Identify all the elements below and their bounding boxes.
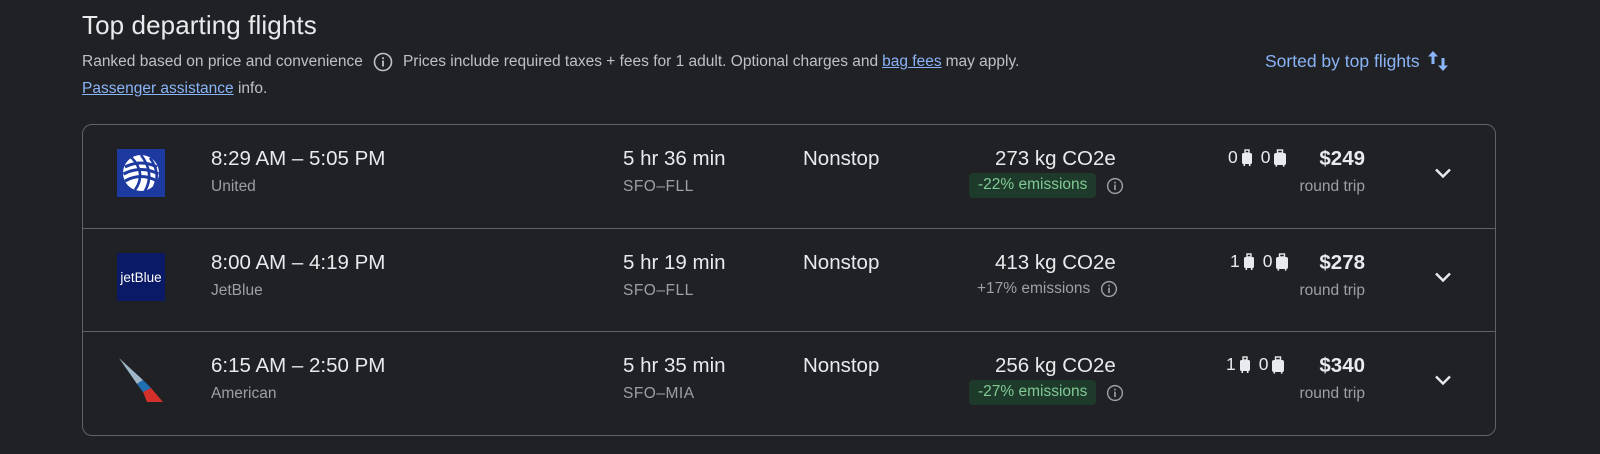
emissions-info-icon[interactable] <box>1106 384 1124 402</box>
flight-route: SFO–FLL <box>623 178 694 195</box>
stops-info: Nonstop <box>803 147 880 170</box>
sort-button[interactable]: Sorted by top flights <box>1265 48 1450 74</box>
flight-duration: 5 hr 19 min <box>623 251 726 274</box>
checked-bag-count: 0 <box>1262 251 1273 271</box>
flight-route: SFO–FLL <box>623 282 694 299</box>
emissions-info-icon[interactable] <box>1106 177 1124 195</box>
emissions-info-icon[interactable] <box>1100 280 1118 298</box>
sort-label: Sorted by top flights <box>1265 50 1420 71</box>
bag-allowance: 1 0 <box>1226 354 1293 375</box>
emissions-info: +17% emissions <box>977 280 1118 298</box>
section-title: Top departing flights <box>82 10 317 40</box>
emissions-info: -22% emissions <box>969 173 1124 198</box>
departure-arrival-times: 8:00 AM – 4:19 PM <box>211 251 386 274</box>
chevron-down-icon[interactable] <box>1431 161 1455 185</box>
flight-row-united[interactable]: 8:29 AM – 5:05 PM United 5 hr 36 min SFO… <box>83 125 1495 228</box>
checked-bag-icon <box>1273 148 1287 167</box>
emissions-badge: -22% emissions <box>969 173 1097 198</box>
united-globe-logo <box>117 149 165 197</box>
co2-amount: 273 kg CO2e <box>995 147 1116 170</box>
stops-info: Nonstop <box>803 251 880 274</box>
trip-type: round trip <box>1299 385 1365 402</box>
prices-text: Prices include required taxes + fees for… <box>402 53 879 70</box>
passenger-assistance-line: Passenger assistance info. <box>82 80 267 98</box>
carry-on-bag-icon <box>1239 355 1251 374</box>
flight-route: SFO–MIA <box>623 385 695 402</box>
bag-allowance: 1 0 <box>1230 251 1297 272</box>
bag-fees-link[interactable]: bag fees <box>882 53 941 71</box>
flight-duration: 5 hr 36 min <box>623 147 726 170</box>
emissions-badge: -27% emissions <box>969 380 1097 405</box>
sort-arrows-icon <box>1427 51 1448 71</box>
checked-bag-icon <box>1275 252 1289 271</box>
co2-amount: 256 kg CO2e <box>995 354 1116 377</box>
flight-results-list: 8:29 AM – 5:05 PM United 5 hr 36 min SFO… <box>82 124 1496 436</box>
flight-row-american[interactable]: 6:15 AM – 2:50 PM American 5 hr 35 min S… <box>83 331 1495 435</box>
emissions-info: -27% emissions <box>969 380 1124 405</box>
carry-on-bag-icon <box>1241 148 1253 167</box>
trip-type: round trip <box>1299 178 1365 195</box>
chevron-down-icon[interactable] <box>1431 368 1455 392</box>
carry-on-count: 1 <box>1226 354 1236 374</box>
checked-bag-icon <box>1271 355 1285 374</box>
chevron-down-icon[interactable] <box>1431 265 1455 289</box>
airline-name: JetBlue <box>211 282 263 299</box>
trip-type: round trip <box>1299 282 1365 299</box>
ranking-info-line: Ranked based on price and convenience Pr… <box>82 52 1019 72</box>
carry-on-count: 0 <box>1228 147 1238 167</box>
jetblue-logo-text: jetBlue <box>119 270 161 285</box>
jetblue-logo: jetBlue <box>117 253 165 301</box>
info-suffix: info. <box>237 80 268 97</box>
airline-name: American <box>211 385 277 402</box>
emissions-text: +17% emissions <box>977 280 1091 297</box>
flight-price: $340 <box>1319 354 1365 377</box>
ranked-text: Ranked based on price and convenience <box>82 53 363 70</box>
bag-allowance: 0 0 <box>1228 147 1295 168</box>
carry-on-bag-icon <box>1243 252 1255 271</box>
co2-amount: 413 kg CO2e <box>995 251 1116 274</box>
departure-arrival-times: 8:29 AM – 5:05 PM <box>211 147 386 170</box>
stops-info: Nonstop <box>803 354 880 377</box>
checked-bag-count: 0 <box>1260 147 1271 167</box>
flight-price: $278 <box>1319 251 1365 274</box>
flight-row-jetblue[interactable]: jetBlue 8:00 AM – 4:19 PM JetBlue 5 hr 1… <box>83 228 1495 332</box>
may-apply-text: may apply. <box>945 53 1020 70</box>
flight-duration: 5 hr 35 min <box>623 354 726 377</box>
passenger-assistance-link[interactable]: Passenger assistance <box>82 80 234 97</box>
carry-on-count: 1 <box>1230 251 1240 271</box>
american-airlines-logo <box>117 356 165 404</box>
flight-price: $249 <box>1319 147 1365 170</box>
departure-arrival-times: 6:15 AM – 2:50 PM <box>211 354 386 377</box>
checked-bag-count: 0 <box>1258 354 1269 374</box>
airline-name: United <box>211 178 256 195</box>
info-icon[interactable] <box>373 52 393 72</box>
